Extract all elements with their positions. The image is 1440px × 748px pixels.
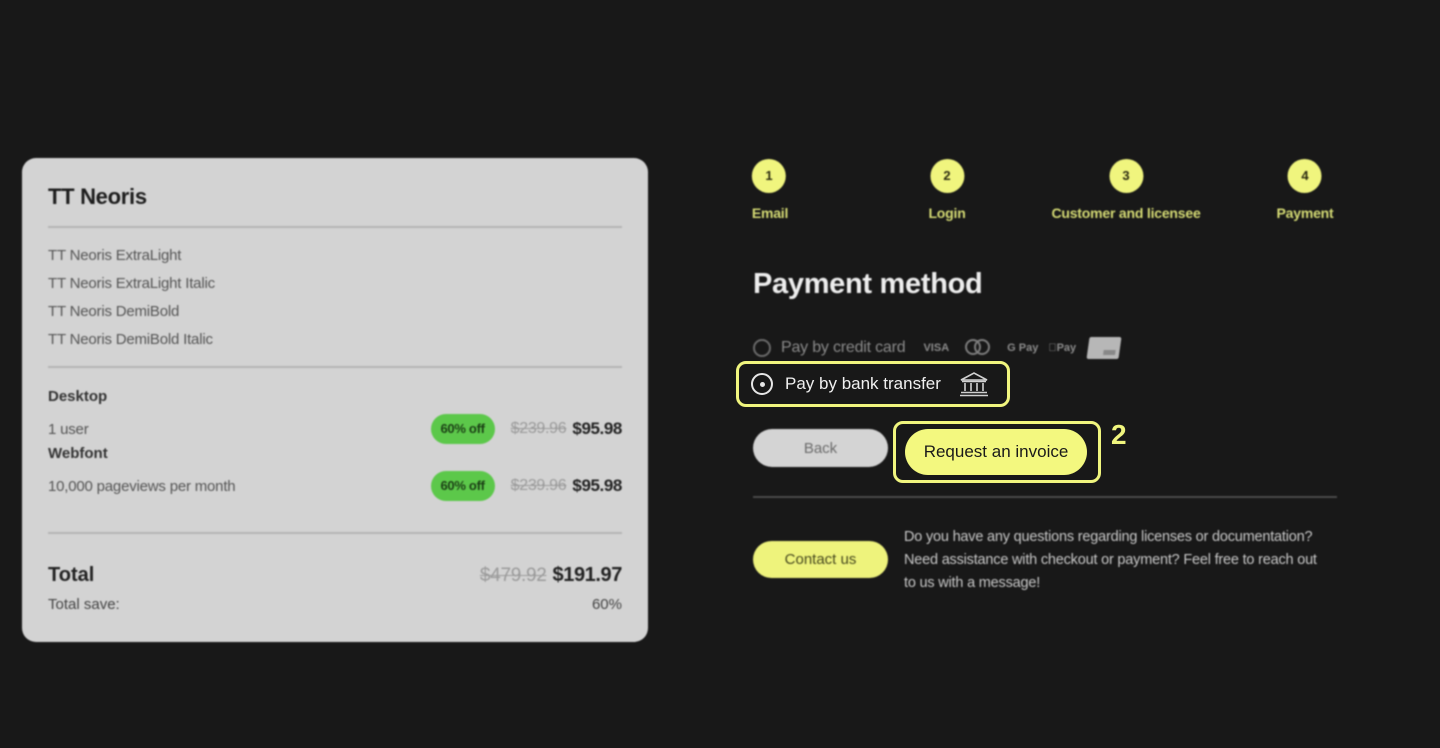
license-detail: 1 user [48,420,89,438]
font-style-item: TT Neoris DemiBold Italic [48,331,213,348]
contact-us-button[interactable]: Contact us [753,541,888,578]
step-login[interactable]: 2 Login [928,159,966,221]
old-price: $239.96 [510,420,567,437]
font-family-title: TT Neoris [48,184,147,209]
step-email[interactable]: 1 Email [750,159,788,221]
license-detail: 10,000 pageviews per month [48,477,236,495]
step-label: Login [928,205,966,221]
total-save-row: Total save: 60% [48,596,622,613]
total-save-value: 60% [591,596,622,613]
font-styles-list: TT Neoris ExtraLight TT Neoris ExtraLigh… [48,246,215,358]
google-pay-icon: G Pay [1007,342,1039,354]
total-save-label: Total save: [48,596,120,613]
divider [48,366,622,368]
order-summary-card: TT Neoris TT Neoris ExtraLight TT Neoris… [22,158,648,642]
step-payment[interactable]: 4 Payment [1277,159,1334,221]
step-label: Customer and licensee [1051,205,1201,221]
pay-by-credit-card-option[interactable]: Pay by credit card VISA G Pay Pay [753,336,1122,360]
visa-icon: VISA [923,342,950,354]
bank-transfer-label: Pay by bank transfer [785,374,941,393]
step-number: 2 [929,159,964,193]
back-button[interactable]: Back [753,429,888,467]
step-label: Email [751,205,789,221]
step-number: 4 [1288,159,1322,193]
step-number: 1 [751,159,786,193]
step-label: Payment [1276,205,1334,221]
discount-badge: 60% off [430,471,495,501]
font-style-item: TT Neoris ExtraLight [48,247,182,264]
request-invoice-button[interactable]: Request an invoice [905,429,1087,475]
radio-unselected[interactable] [753,339,771,357]
font-style-item: TT Neoris ExtraLight Italic [48,275,215,292]
total-old-price: $479.92 [479,564,547,586]
credit-card-label: Pay by credit card [781,339,906,356]
mastercard-icon [965,339,991,357]
divider [48,226,622,228]
new-price: $95.98 [572,419,622,438]
discount-badge: 60% off [430,414,495,444]
card-icon [1086,337,1122,359]
total-label: Total [48,564,95,586]
step-number: 3 [1108,159,1143,193]
new-price: $95.98 [572,476,622,495]
apple-pay-icon: Pay [1048,342,1076,354]
contact-help-text: Do you have any questions regarding lice… [904,529,1317,591]
old-price: $239.96 [510,477,567,494]
radio-selected[interactable] [751,373,773,395]
divider [753,496,1337,498]
license-row: 10,000 pageviews per month 60% off $239.… [48,471,622,501]
total-row: Total $479.92 $191.97 [48,564,622,587]
bank-icon [959,372,988,397]
pay-by-bank-transfer-option[interactable]: Pay by bank transfer [736,361,1010,407]
step-customer-licensee[interactable]: 3 Customer and licensee [1051,159,1201,221]
font-style-item: TT Neoris DemiBold [48,303,180,320]
license-type-desktop: Desktop [48,388,108,405]
total-new-price: $191.97 [552,564,623,586]
license-type-webfont: Webfont [48,445,108,462]
annotation-number: 2 [1111,419,1127,450]
payment-method-title: Payment method [753,268,983,300]
divider [48,532,622,534]
license-row: 1 user 60% off $239.96 $95.98 [48,414,622,444]
